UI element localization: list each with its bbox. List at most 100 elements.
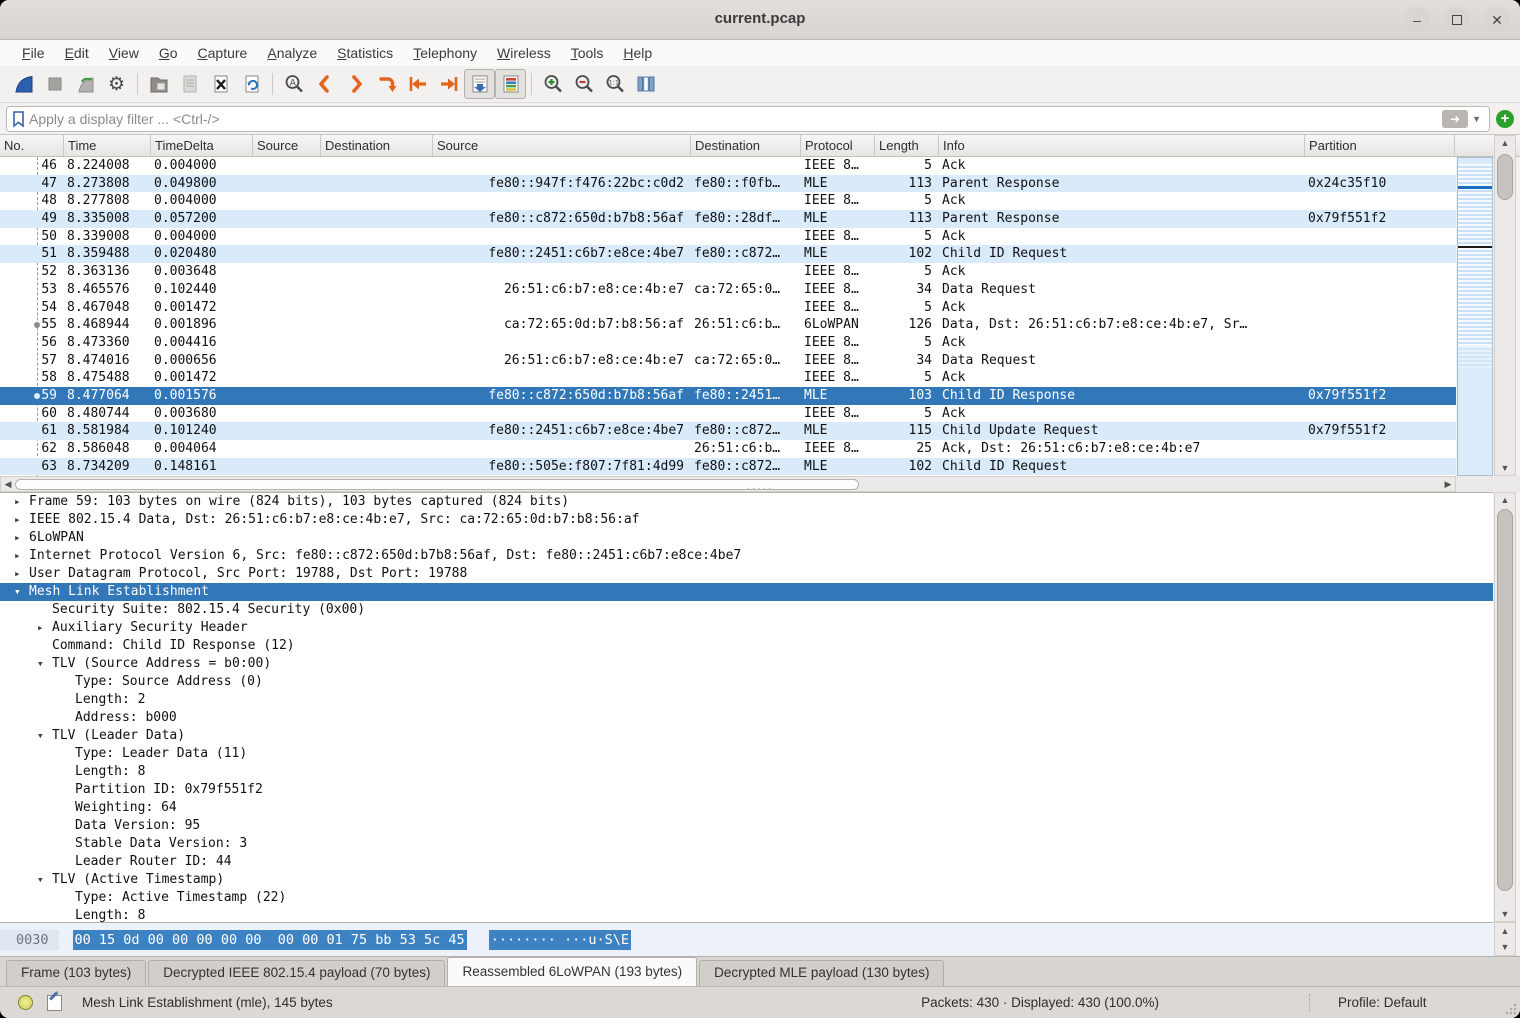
restart-capture-icon[interactable] xyxy=(70,69,101,99)
colorize-packets-icon[interactable] xyxy=(495,69,526,99)
column-header-4[interactable]: Destination xyxy=(321,135,433,156)
column-header-0[interactable]: No. xyxy=(0,135,64,156)
reload-file-icon[interactable] xyxy=(236,69,267,99)
byte-tab-2[interactable]: Reassembled 6LoWPAN (193 bytes) xyxy=(447,957,697,986)
detail-row-3[interactable]: ▸Internet Protocol Version 6, Src: fe80:… xyxy=(0,547,1493,565)
column-header-2[interactable]: TimeDelta xyxy=(151,135,253,156)
display-filter-input[interactable] xyxy=(27,110,1442,128)
edit-capture-comment-icon[interactable] xyxy=(47,995,62,1011)
open-file-icon[interactable] xyxy=(143,69,174,99)
scroll-up-icon[interactable]: ▲ xyxy=(1495,493,1515,507)
go-to-packet-icon[interactable] xyxy=(371,69,402,99)
column-header-5[interactable]: Source xyxy=(433,135,691,156)
maximize-button[interactable] xyxy=(1444,7,1470,33)
menu-capture[interactable]: Capture xyxy=(188,43,258,63)
filter-dropdown-icon[interactable]: ▼ xyxy=(1472,114,1481,124)
menu-view[interactable]: View xyxy=(99,43,149,63)
detail-row-16[interactable]: Partition ID: 0x79f551f2 xyxy=(0,781,1493,799)
close-file-icon[interactable] xyxy=(205,69,236,99)
expander-icon[interactable]: ▸ xyxy=(14,493,29,511)
packet-row-46[interactable]: 468.2240080.004000IEEE 8…5Ack xyxy=(0,157,1456,175)
zoom-original-icon[interactable]: 1:1 xyxy=(599,69,630,99)
menu-go[interactable]: Go xyxy=(149,43,188,63)
scroll-left-icon[interactable]: ◀ xyxy=(1,477,15,491)
detail-row-12[interactable]: Address: b000 xyxy=(0,709,1493,727)
capture-options-icon[interactable]: ⚙ xyxy=(101,69,132,99)
close-button[interactable]: ✕ xyxy=(1484,7,1510,33)
detail-row-1[interactable]: ▸IEEE 802.15.4 Data, Dst: 26:51:c6:b7:e8… xyxy=(0,511,1493,529)
detail-row-22[interactable]: Type: Active Timestamp (22) xyxy=(0,889,1493,907)
column-header-9[interactable]: Info xyxy=(939,135,1305,156)
packet-bytes[interactable]: 0030 00 15 0d 00 00 00 00 00 00 00 01 75… xyxy=(0,922,1493,956)
menu-statistics[interactable]: Statistics xyxy=(327,43,403,63)
resize-grip[interactable] xyxy=(1505,1003,1517,1015)
menu-file[interactable]: File xyxy=(12,43,55,63)
menu-help[interactable]: Help xyxy=(613,43,662,63)
apply-filter-button[interactable]: ➜ xyxy=(1442,110,1468,128)
go-first-packet-icon[interactable] xyxy=(402,69,433,99)
menu-analyze[interactable]: Analyze xyxy=(257,43,327,63)
detail-row-11[interactable]: Length: 2 xyxy=(0,691,1493,709)
scroll-right-icon[interactable]: ▶ xyxy=(1441,477,1455,491)
scroll-down-icon[interactable]: ▼ xyxy=(1495,907,1515,921)
minimize-button[interactable]: – xyxy=(1404,7,1430,33)
detail-row-5[interactable]: ▾Mesh Link Establishment xyxy=(0,583,1493,601)
packet-row-58[interactable]: 588.4754880.001472IEEE 8…5Ack xyxy=(0,369,1456,387)
detail-row-18[interactable]: Data Version: 95 xyxy=(0,817,1493,835)
packet-row-63[interactable]: 638.7342090.148161fe80::505e:f807:7f81:4… xyxy=(0,458,1456,476)
add-filter-button[interactable]: + xyxy=(1496,110,1514,128)
auto-scroll-icon[interactable] xyxy=(464,69,495,99)
status-profile[interactable]: Profile: Default xyxy=(1310,995,1520,1010)
packet-row-49[interactable]: 498.3350080.057200fe80::c872:650d:b7b8:5… xyxy=(0,210,1456,228)
bytes-vscroll[interactable]: ▲ ▼ xyxy=(1494,922,1516,956)
scroll-down-icon[interactable]: ▼ xyxy=(1495,461,1515,475)
find-packet-icon[interactable]: A xyxy=(278,69,309,99)
detail-row-19[interactable]: Stable Data Version: 3 xyxy=(0,835,1493,853)
expander-icon[interactable]: ▸ xyxy=(37,619,52,637)
column-header-10[interactable]: Partition xyxy=(1305,135,1455,156)
byte-tab-1[interactable]: Decrypted IEEE 802.15.4 payload (70 byte… xyxy=(148,960,445,986)
go-back-icon[interactable] xyxy=(309,69,340,99)
packet-list-vscroll-thumb[interactable] xyxy=(1497,154,1513,200)
filter-bookmark-icon[interactable] xyxy=(11,110,27,128)
detail-row-10[interactable]: Type: Source Address (0) xyxy=(0,673,1493,691)
packet-row-61[interactable]: 618.5819840.101240fe80::2451:c6b7:e8ce:4… xyxy=(0,422,1456,440)
packet-row-53[interactable]: 538.4655760.10244026:51:c6:b7:e8:ce:4b:e… xyxy=(0,281,1456,299)
detail-row-13[interactable]: ▾TLV (Leader Data) xyxy=(0,727,1493,745)
expander-icon[interactable]: ▾ xyxy=(37,655,52,673)
packet-list-vscroll[interactable]: ▲ ▼ xyxy=(1494,135,1516,476)
detail-row-17[interactable]: Weighting: 64 xyxy=(0,799,1493,817)
expander-icon[interactable]: ▸ xyxy=(14,511,29,529)
packet-row-52[interactable]: 528.3631360.003648IEEE 8…5Ack xyxy=(0,263,1456,281)
packet-row-60[interactable]: 608.4807440.003680IEEE 8…5Ack xyxy=(0,405,1456,423)
expert-info-icon[interactable] xyxy=(18,995,33,1010)
zoom-in-icon[interactable] xyxy=(537,69,568,99)
packet-row-50[interactable]: 508.3390080.004000IEEE 8…5Ack xyxy=(0,228,1456,246)
detail-row-8[interactable]: Command: Child ID Response (12) xyxy=(0,637,1493,655)
byte-tab-3[interactable]: Decrypted MLE payload (130 bytes) xyxy=(699,960,944,986)
column-header-1[interactable]: Time xyxy=(64,135,151,156)
column-header-6[interactable]: Destination xyxy=(691,135,801,156)
intelligent-scrollbar-map[interactable] xyxy=(1457,157,1493,476)
detail-row-9[interactable]: ▾TLV (Source Address = b0:00) xyxy=(0,655,1493,673)
menu-edit[interactable]: Edit xyxy=(55,43,99,63)
packet-list-hscroll-thumb[interactable] xyxy=(15,479,859,490)
packet-row-56[interactable]: 568.4733600.004416IEEE 8…5Ack xyxy=(0,334,1456,352)
packet-row-54[interactable]: 548.4670480.001472IEEE 8…5Ack xyxy=(0,299,1456,317)
packet-row-62[interactable]: 628.5860480.00406426:51:c6:b…IEEE 8…25Ac… xyxy=(0,440,1456,458)
packet-row-59[interactable]: 598.4770640.001576fe80::c872:650d:b7b8:5… xyxy=(0,387,1456,405)
expander-icon[interactable]: ▾ xyxy=(37,871,52,889)
go-forward-icon[interactable] xyxy=(340,69,371,99)
scroll-up-icon[interactable]: ▲ xyxy=(1495,136,1515,150)
menu-tools[interactable]: Tools xyxy=(561,43,614,63)
packet-list-hscroll[interactable]: ◀ ▶ xyxy=(0,476,1456,492)
zoom-out-icon[interactable] xyxy=(568,69,599,99)
expander-icon[interactable]: ▸ xyxy=(14,547,29,565)
resize-columns-icon[interactable] xyxy=(630,69,661,99)
stop-capture-icon[interactable] xyxy=(39,69,70,99)
detail-row-14[interactable]: Type: Leader Data (11) xyxy=(0,745,1493,763)
column-header-7[interactable]: Protocol xyxy=(801,135,875,156)
detail-row-15[interactable]: Length: 8 xyxy=(0,763,1493,781)
hex-bytes-selected[interactable]: 00 15 0d 00 00 00 00 00 00 00 01 75 bb 5… xyxy=(73,930,467,950)
expander-icon[interactable]: ▾ xyxy=(37,727,52,745)
